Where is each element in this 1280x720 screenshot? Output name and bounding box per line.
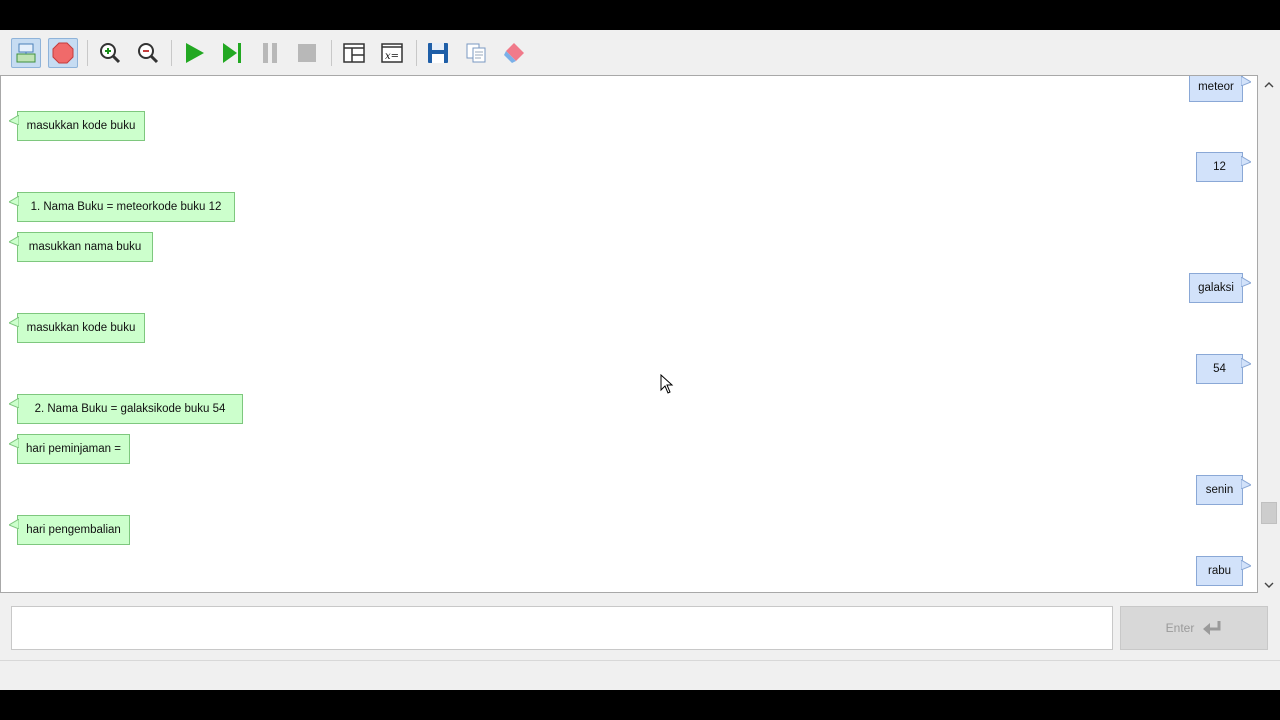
flowchart-edit-button[interactable] [11, 38, 41, 68]
clear-button[interactable] [499, 38, 529, 68]
window-layout-icon [343, 43, 365, 63]
console-output[interactable]: meteor masukkan kode buku 12 1. Nama Buk… [0, 75, 1258, 593]
enter-icon [1203, 621, 1221, 635]
scroll-thumb[interactable] [1261, 502, 1277, 524]
mouse-cursor-icon [660, 374, 674, 394]
run-button[interactable] [179, 38, 209, 68]
scroll-down-icon[interactable] [1258, 577, 1280, 593]
stop-icon [298, 44, 316, 62]
output-bubble: hari peminjaman = [9, 434, 130, 464]
output-bubble: masukkan kode buku [9, 313, 145, 343]
copy-button[interactable] [461, 38, 491, 68]
pause-button[interactable] [255, 38, 285, 68]
output-bubble: masukkan kode buku [9, 111, 145, 141]
vertical-scrollbar[interactable] [1258, 75, 1280, 593]
variables-icon: x= [381, 43, 403, 63]
status-divider [0, 660, 1280, 661]
record-stop-button[interactable] [48, 38, 78, 68]
enter-button[interactable]: Enter [1120, 606, 1268, 650]
play-icon [186, 43, 204, 63]
scroll-up-icon[interactable] [1258, 77, 1280, 93]
zoom-out-icon [138, 43, 159, 64]
flowgorithm-console-window: x= meteor masukkan kode buku 12 1. Nama … [0, 30, 1280, 690]
console-input[interactable] [11, 606, 1113, 650]
input-bubble: 54 [1196, 354, 1251, 384]
flowchart-edit-icon [16, 43, 36, 63]
input-bubble: galaksi [1189, 273, 1251, 303]
input-bubble: 12 [1196, 152, 1251, 182]
step-forward-icon [223, 43, 241, 63]
input-bubble: rabu [1196, 556, 1251, 586]
zoom-out-button[interactable] [133, 38, 163, 68]
variables-button[interactable]: x= [377, 38, 407, 68]
pause-icon [263, 43, 277, 63]
toolbar: x= [0, 30, 1280, 75]
enter-label: Enter [1165, 621, 1195, 635]
output-bubble: masukkan nama buku [9, 232, 153, 262]
layout-button[interactable] [339, 38, 369, 68]
zoom-in-icon [100, 43, 121, 64]
step-button[interactable] [217, 38, 247, 68]
stop-button[interactable] [292, 38, 322, 68]
console-input-row: Enter [0, 593, 1280, 690]
svg-text:x=: x= [385, 51, 399, 62]
input-bubble: senin [1196, 475, 1251, 505]
output-bubble: 2. Nama Buku = galaksikode buku 54 [9, 394, 243, 424]
copy-icon [466, 43, 486, 63]
input-bubble: meteor [1189, 76, 1251, 102]
zoom-in-button[interactable] [95, 38, 125, 68]
output-bubble: hari pengembalian [9, 515, 130, 545]
eraser-icon [504, 43, 524, 63]
output-bubble: 1. Nama Buku = meteorkode buku 12 [9, 192, 235, 222]
save-icon [428, 43, 448, 63]
record-stop-icon [52, 42, 74, 64]
save-button[interactable] [423, 38, 453, 68]
